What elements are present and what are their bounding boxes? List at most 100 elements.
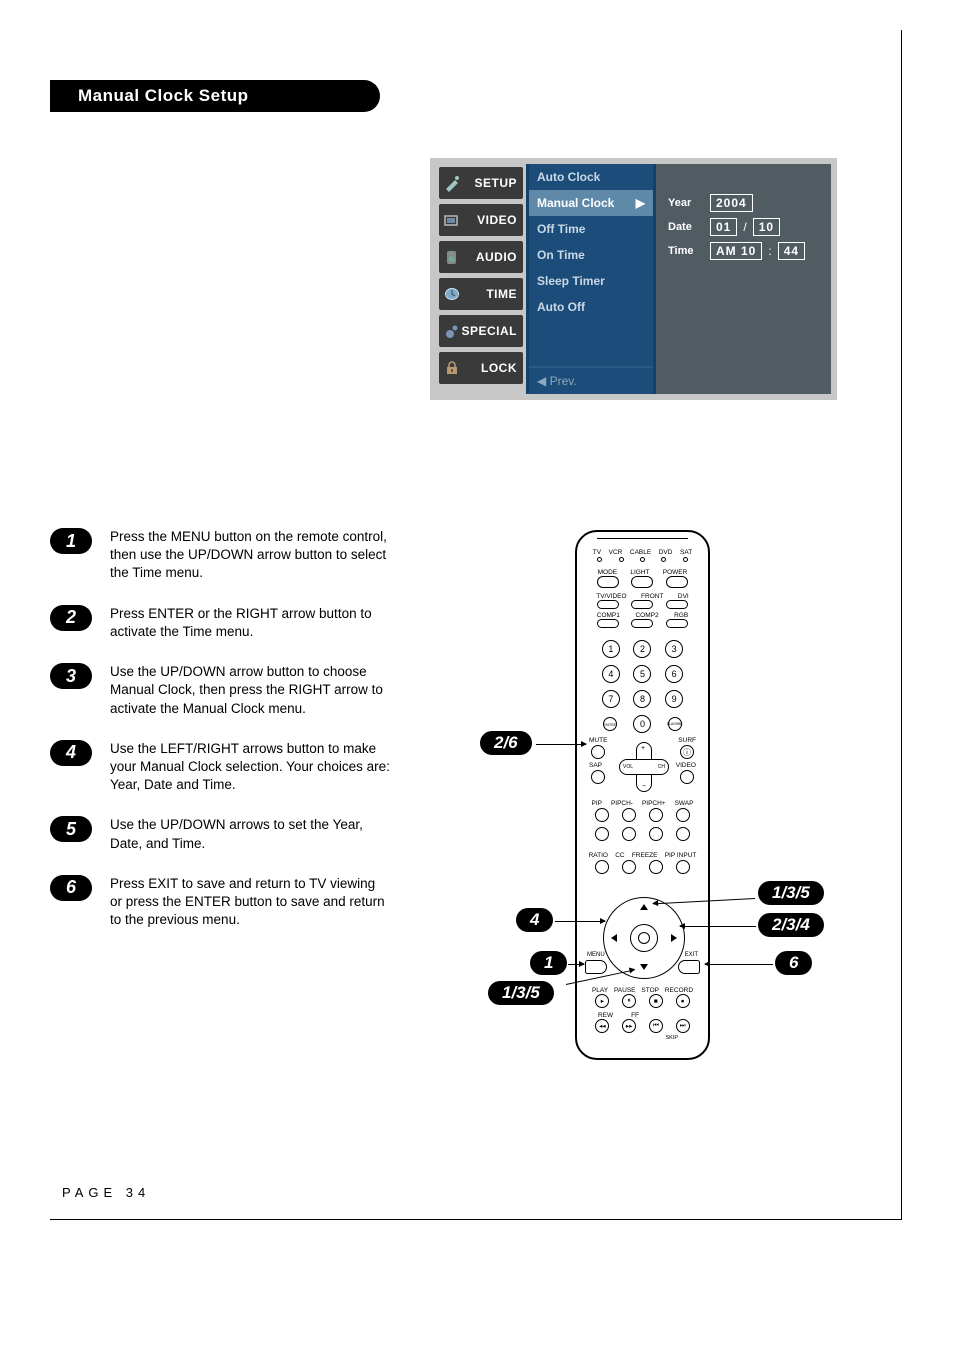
front-button[interactable] bbox=[631, 600, 653, 609]
blank-button[interactable] bbox=[676, 827, 690, 841]
stop-button[interactable]: ■ bbox=[649, 994, 663, 1008]
menu-button[interactable] bbox=[585, 960, 607, 974]
ff-button[interactable]: ▸▸ bbox=[622, 1019, 636, 1033]
lock-icon bbox=[443, 359, 461, 377]
dpad-enter[interactable] bbox=[630, 924, 658, 952]
num-8[interactable]: 8 bbox=[633, 690, 651, 708]
num-7[interactable]: 7 bbox=[602, 690, 620, 708]
num-4[interactable]: 4 bbox=[602, 665, 620, 683]
rew-labels: REW FF bbox=[589, 1012, 648, 1019]
surf-button[interactable]: ⓘ bbox=[680, 745, 694, 759]
blank-button[interactable] bbox=[649, 827, 663, 841]
playback-buttons: ▸ ⏸ ■ ● bbox=[589, 994, 696, 1008]
video-icon bbox=[443, 211, 461, 229]
led-icon bbox=[661, 557, 666, 562]
comp1-button[interactable] bbox=[597, 619, 619, 628]
arrow-right-icon[interactable] bbox=[671, 934, 677, 942]
led-icon bbox=[683, 557, 688, 562]
osd-submenu: Auto Clock Manual Clock ▶ Off Time On Ti… bbox=[526, 164, 656, 394]
osd-fields: Year 2004 Date 01 / 10 Time AM 10 : 44 bbox=[656, 164, 831, 394]
num-1[interactable]: 1 bbox=[602, 640, 620, 658]
arrow-down-icon[interactable] bbox=[640, 964, 648, 970]
menu-label: MENU bbox=[587, 952, 605, 958]
ratio-button[interactable] bbox=[595, 860, 609, 874]
step-text: Press the MENU button on the remote cont… bbox=[110, 528, 390, 583]
swap-button[interactable] bbox=[676, 808, 690, 822]
numpad-row-0: ENTER 0 FLASHBK bbox=[595, 715, 690, 733]
num-5[interactable]: 5 bbox=[633, 665, 651, 683]
mute-button[interactable] bbox=[591, 745, 605, 759]
dvi-button[interactable] bbox=[666, 600, 688, 609]
step-badge: 1 bbox=[50, 528, 92, 554]
page-number: PAGE 34 bbox=[62, 1185, 150, 1200]
remote-top-edge bbox=[597, 538, 688, 541]
osd-item-on-time: On Time bbox=[529, 242, 653, 268]
step-badge: 3 bbox=[50, 663, 92, 689]
freeze-button[interactable] bbox=[649, 860, 663, 874]
exit-button[interactable] bbox=[678, 960, 700, 974]
num-3[interactable]: 3 bbox=[665, 640, 683, 658]
exit-label: EXIT bbox=[685, 952, 698, 958]
step-3: 3 Use the UP/DOWN arrow button to choose… bbox=[50, 663, 390, 718]
ratio-buttons bbox=[589, 860, 696, 874]
step-5: 5 Use the UP/DOWN arrows to set the Year… bbox=[50, 816, 390, 852]
pipch-minus-button[interactable] bbox=[622, 808, 636, 822]
step-1: 1 Press the MENU button on the remote co… bbox=[50, 528, 390, 583]
step-6: 6 Press EXIT to save and return to TV vi… bbox=[50, 875, 390, 930]
page-title-banner: Manual Clock Setup bbox=[50, 80, 380, 112]
time-min: 44 bbox=[778, 242, 805, 260]
tvvideo-button[interactable] bbox=[597, 600, 619, 609]
date-month: 01 bbox=[710, 218, 737, 236]
osd-panel: SETUP VIDEO AUDIO TIME SPECIAL LOCK Auto… bbox=[430, 158, 837, 400]
time-icon bbox=[443, 285, 461, 303]
osd-prev: ◀ Prev. bbox=[529, 366, 653, 394]
pip-buttons-blank bbox=[589, 827, 696, 841]
record-button[interactable]: ● bbox=[676, 994, 690, 1008]
step-text: Press EXIT to save and return to TV view… bbox=[110, 875, 390, 930]
enter-button[interactable]: ENTER bbox=[603, 717, 617, 731]
setup-icon bbox=[443, 174, 461, 192]
osd-row-date: Date 01 / 10 bbox=[668, 218, 819, 236]
osd-tab-audio: AUDIO bbox=[439, 241, 523, 273]
osd-row-year: Year 2004 bbox=[668, 194, 819, 212]
rew-button[interactable]: ◂◂ bbox=[595, 1019, 609, 1033]
dpad-enter-inner bbox=[638, 932, 650, 944]
skip-back-button[interactable]: ⏮ bbox=[649, 1019, 663, 1033]
power-button[interactable] bbox=[666, 576, 688, 588]
callout-1: 1 bbox=[530, 951, 567, 975]
callout-1-3-5-right: 1/3/5 bbox=[758, 881, 824, 905]
pip-button[interactable] bbox=[595, 808, 609, 822]
light-button[interactable] bbox=[631, 576, 653, 588]
step-text: Use the UP/DOWN arrows to set the Year, … bbox=[110, 816, 390, 852]
video-button[interactable] bbox=[680, 770, 694, 784]
lead-line bbox=[680, 926, 756, 927]
mode-button[interactable] bbox=[597, 576, 619, 588]
step-badge: 4 bbox=[50, 740, 92, 766]
comp2-button[interactable] bbox=[631, 619, 653, 628]
skip-fwd-button[interactable]: ⏭ bbox=[676, 1019, 690, 1033]
pipch-plus-button[interactable] bbox=[649, 808, 663, 822]
flashbk-button[interactable]: FLASHBK bbox=[668, 717, 682, 731]
pipinput-button[interactable] bbox=[676, 860, 690, 874]
num-2[interactable]: 2 bbox=[633, 640, 651, 658]
play-button[interactable]: ▸ bbox=[595, 994, 609, 1008]
pause-button[interactable]: ⏸ bbox=[622, 994, 636, 1008]
sap-button[interactable] bbox=[591, 770, 605, 784]
num-6[interactable]: 6 bbox=[665, 665, 683, 683]
step-4: 4 Use the LEFT/RIGHT arrows button to ma… bbox=[50, 740, 390, 795]
led-icon bbox=[619, 557, 624, 562]
rgb-button[interactable] bbox=[666, 619, 688, 628]
arrow-left-icon[interactable] bbox=[611, 934, 617, 942]
vol-ch-pad: VOL CH + − bbox=[619, 742, 669, 792]
lead-line bbox=[705, 964, 773, 965]
callout-1-3-5-left: 1/3/5 bbox=[488, 981, 554, 1005]
blank-button[interactable] bbox=[622, 827, 636, 841]
indicator-labels: TV VCR CABLE DVD SAT bbox=[589, 549, 696, 556]
num-0[interactable]: 0 bbox=[633, 715, 651, 733]
cc-button[interactable] bbox=[622, 860, 636, 874]
led-icon bbox=[640, 557, 645, 562]
blank-button[interactable] bbox=[595, 827, 609, 841]
num-9[interactable]: 9 bbox=[665, 690, 683, 708]
arrow-up-icon[interactable] bbox=[640, 904, 648, 910]
time-ampm-hour: AM 10 bbox=[710, 242, 762, 260]
